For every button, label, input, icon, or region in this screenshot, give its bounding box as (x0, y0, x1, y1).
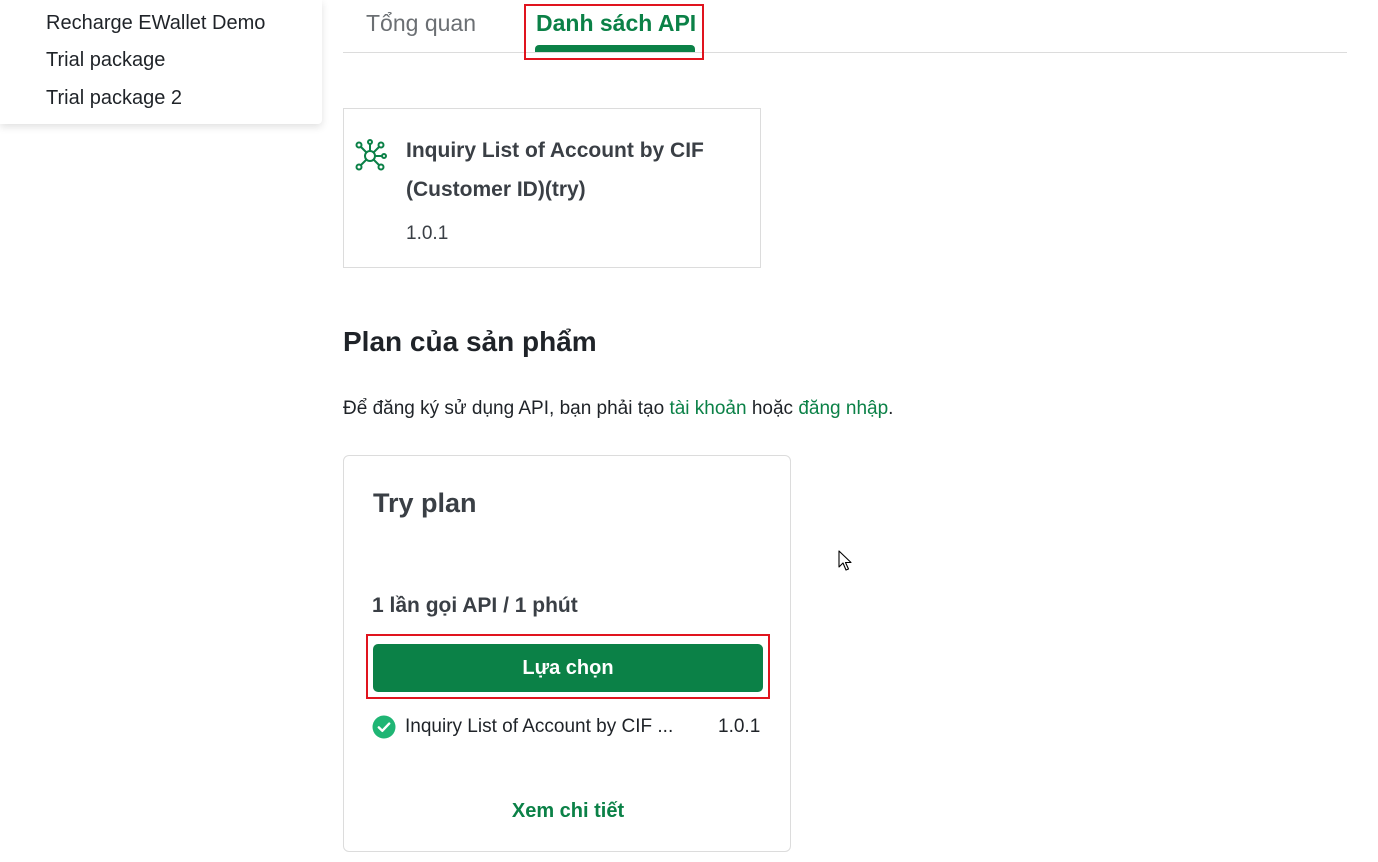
register-middle: hoặc (746, 398, 799, 419)
login-link[interactable]: đăng nhập (798, 398, 888, 419)
dropdown-item-recharge-ewallet-demo[interactable]: Recharge EWallet Demo (46, 12, 265, 35)
plan-rate-limit: 1 lần gọi API / 1 phút (372, 594, 578, 617)
register-prefix: Để đăng ký sử dụng API, bạn phải tạo (343, 398, 670, 419)
select-plan-button[interactable]: Lựa chọn (373, 644, 763, 692)
api-version: 1.0.1 (406, 223, 449, 244)
plan-api-item: Inquiry List of Account by CIF ... 1.0.1 (372, 714, 772, 742)
product-tabs: Tổng quan Danh sách API (343, 0, 1347, 53)
check-circle-icon (372, 715, 396, 739)
tab-api-list[interactable]: Danh sách API (536, 10, 696, 37)
api-name: Inquiry List of Account by CIF (Customer… (406, 139, 704, 201)
dropdown-item-trial-package-2[interactable]: Trial package 2 (46, 87, 182, 110)
active-tab-indicator (535, 45, 695, 52)
dropdown-item-trial-package[interactable]: Trial package (46, 49, 165, 72)
register-suffix: . (888, 398, 894, 419)
plan-name: Try plan (373, 488, 477, 518)
api-network-icon (355, 139, 387, 171)
plan-api-version: 1.0.1 (718, 716, 761, 737)
package-dropdown-menu: Recharge EWallet Demo Trial package Tria… (0, 0, 322, 124)
api-card[interactable]: Inquiry List of Account by CIF (Customer… (343, 108, 761, 268)
plan-card: Try plan 1 lần gọi API / 1 phút Lựa chọn… (343, 455, 791, 852)
page: Recharge EWallet Demo Trial package Tria… (0, 0, 1378, 862)
create-account-link[interactable]: tài khoản (669, 398, 746, 419)
mouse-pointer-icon (838, 550, 852, 571)
view-details-link[interactable]: Xem chi tiết (344, 800, 792, 823)
plans-section-title: Plan của sản phẩm (343, 326, 597, 357)
register-notice: Để đăng ký sử dụng API, bạn phải tạo tài… (343, 398, 893, 420)
plan-api-name: Inquiry List of Account by CIF ... (405, 716, 674, 737)
tab-overview[interactable]: Tổng quan (366, 10, 476, 37)
